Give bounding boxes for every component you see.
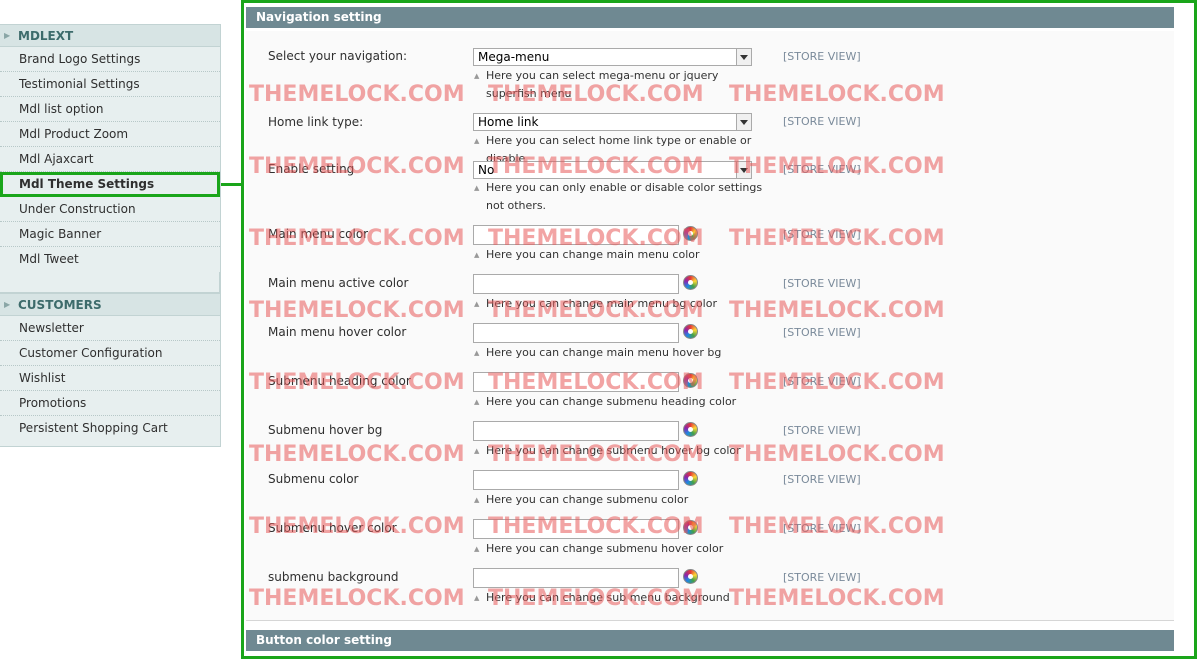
color-picker-icon[interactable] (683, 373, 698, 388)
sidebar-section-customers: ▶ CUSTOMERS Newsletter Customer Configur… (0, 293, 221, 447)
sidebar-item-mdl-product-zoom[interactable]: Mdl Product Zoom (0, 122, 220, 147)
scope-label: [STORE VIEW] (783, 326, 861, 339)
sidebar-spacer (0, 272, 220, 292)
field-note: Here you can change submenu hover bg col… (473, 442, 763, 460)
field-label: Submenu hover bg (268, 423, 383, 437)
field-label: Main menu active color (268, 276, 409, 290)
field-label: Main menu hover color (268, 325, 407, 339)
field-label: Home link type: (268, 115, 364, 129)
scope-label: [STORE VIEW] (783, 50, 861, 63)
field-note: Here you can change submenu color (473, 491, 763, 509)
color-picker-icon[interactable] (683, 226, 698, 241)
field-label: Submenu hover color (268, 521, 397, 535)
sidebar-item-promotions[interactable]: Promotions (0, 391, 220, 416)
field-label: Enable setting (268, 162, 355, 176)
sidebar-section-title: CUSTOMERS (18, 298, 102, 312)
sidebar-item-brand-logo-settings[interactable]: Brand Logo Settings (0, 47, 220, 72)
sidebar-section-mdlext: ▶ MDLEXT Brand Logo Settings Testimonial… (0, 24, 221, 293)
field-label: Submenu color (268, 472, 359, 486)
field-note: Here you can change main menu hover bg (473, 344, 763, 362)
color-picker-icon[interactable] (683, 471, 698, 486)
navigation-select[interactable]: Mega-menu (473, 48, 752, 66)
field-label: Submenu heading color (268, 374, 411, 388)
submenu-hover-color-input[interactable] (473, 519, 679, 539)
scope-label: [STORE VIEW] (783, 163, 861, 176)
navigation-settings-panel: Select your navigation: Mega-menu Here y… (246, 31, 1174, 621)
field-note: Here you can change sub menu background (473, 589, 763, 607)
field-label: Select your navigation: (268, 49, 408, 63)
select-value: No (478, 163, 495, 177)
sidebar-item-under-construction[interactable]: Under Construction (0, 197, 220, 222)
submenu-background-input[interactable] (473, 568, 679, 588)
field-note: Here you can only enable or disable colo… (473, 179, 763, 215)
submenu-hover-bg-input[interactable] (473, 421, 679, 441)
chevron-down-icon[interactable] (736, 49, 751, 65)
scope-label: [STORE VIEW] (783, 473, 861, 486)
select-value: Home link (478, 115, 539, 129)
field-note: Here you can change main menu bg color (473, 295, 763, 313)
sidebar-item-mdl-list-option[interactable]: Mdl list option (0, 97, 220, 122)
sidebar-section-header[interactable]: ▶ MDLEXT (0, 25, 220, 47)
config-frame: Navigation setting Select your navigatio… (241, 0, 1197, 659)
sidebar-item-magic-banner[interactable]: Magic Banner (0, 222, 220, 247)
select-value: Mega-menu (478, 50, 550, 64)
field-label: Main menu color (268, 227, 369, 241)
home-link-type-select[interactable]: Home link (473, 113, 752, 131)
color-picker-icon[interactable] (683, 569, 698, 584)
field-note: Here you can change submenu heading colo… (473, 393, 763, 411)
main-menu-color-input[interactable] (473, 225, 679, 245)
main-menu-hover-color-input[interactable] (473, 323, 679, 343)
submenu-heading-color-input[interactable] (473, 372, 679, 392)
field-label: submenu background (268, 570, 399, 584)
scope-label: [STORE VIEW] (783, 522, 861, 535)
section-header-button-color[interactable]: Button color setting (246, 630, 1174, 651)
field-note: Here you can change submenu hover color (473, 540, 763, 558)
expand-arrow-icon: ▶ (4, 31, 11, 40)
chevron-down-icon[interactable] (736, 114, 751, 130)
scope-label: [STORE VIEW] (783, 115, 861, 128)
color-picker-icon[interactable] (683, 275, 698, 290)
sidebar-section-header[interactable]: ▶ CUSTOMERS (0, 294, 220, 316)
sidebar-item-wishlist[interactable]: Wishlist (0, 366, 220, 391)
section-header-navigation[interactable]: Navigation setting (246, 7, 1174, 28)
expand-arrow-icon: ▶ (4, 300, 11, 309)
sidebar: ▶ MDLEXT Brand Logo Settings Testimonial… (0, 24, 221, 447)
color-picker-icon[interactable] (683, 324, 698, 339)
enable-setting-select[interactable]: No (473, 161, 752, 179)
scope-label: [STORE VIEW] (783, 277, 861, 290)
field-note: Here you can select mega-menu or jquery … (473, 67, 763, 103)
scope-label: [STORE VIEW] (783, 228, 861, 241)
sidebar-section-title: MDLEXT (18, 29, 74, 43)
highlight-connector (221, 183, 243, 186)
sidebar-item-newsletter[interactable]: Newsletter (0, 316, 220, 341)
scope-label: [STORE VIEW] (783, 571, 861, 584)
main-menu-active-color-input[interactable] (473, 274, 679, 294)
color-picker-icon[interactable] (683, 520, 698, 535)
sidebar-item-testimonial-settings[interactable]: Testimonial Settings (0, 72, 220, 97)
scope-label: [STORE VIEW] (783, 424, 861, 437)
sidebar-item-customer-configuration[interactable]: Customer Configuration (0, 341, 220, 366)
sidebar-item-mdl-tweet[interactable]: Mdl Tweet (0, 247, 220, 272)
sidebar-item-persistent-shopping-cart[interactable]: Persistent Shopping Cart (0, 416, 220, 446)
sidebar-item-mdl-theme-settings[interactable]: Mdl Theme Settings (0, 172, 220, 197)
field-note: Here you can change main menu color (473, 246, 763, 264)
sidebar-item-mdl-ajaxcart[interactable]: Mdl Ajaxcart (0, 147, 220, 172)
submenu-color-input[interactable] (473, 470, 679, 490)
scope-label: [STORE VIEW] (783, 375, 861, 388)
color-picker-icon[interactable] (683, 422, 698, 437)
chevron-down-icon[interactable] (736, 162, 751, 178)
